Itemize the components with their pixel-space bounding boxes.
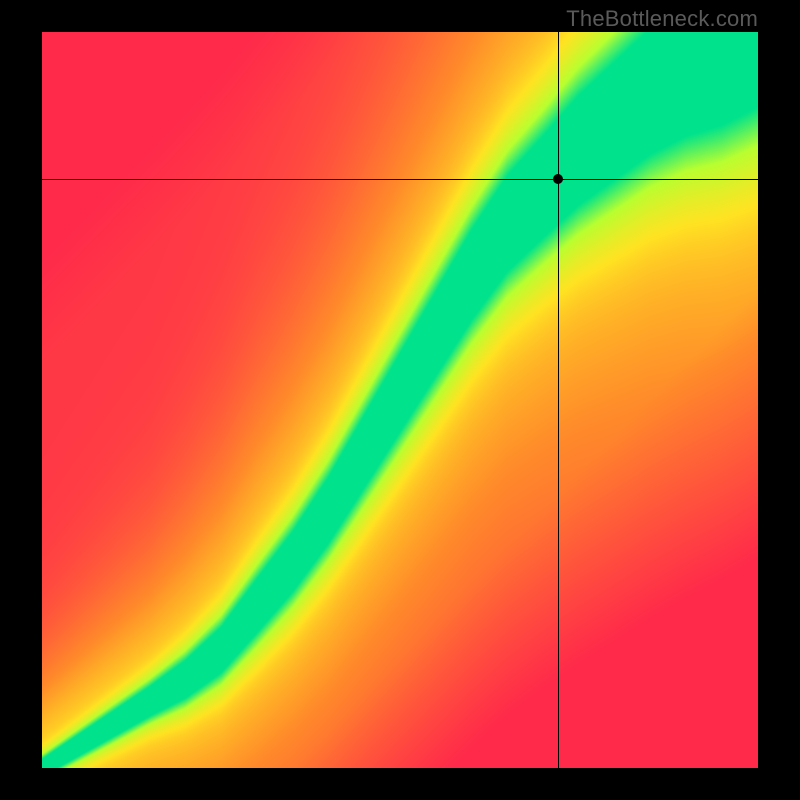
heatmap-plot — [42, 32, 758, 768]
crosshair-horizontal — [42, 179, 758, 180]
marker-point — [553, 174, 563, 184]
crosshair-vertical — [558, 32, 559, 768]
watermark-text: TheBottleneck.com — [566, 6, 758, 32]
heatmap-canvas — [42, 32, 758, 768]
